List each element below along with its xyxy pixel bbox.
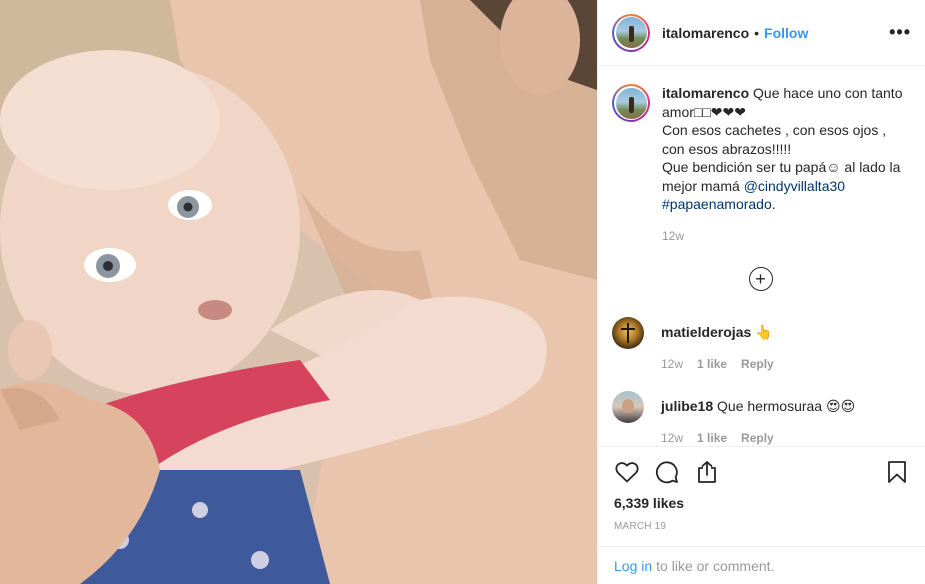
bookmark-icon[interactable] <box>884 459 910 485</box>
more-options-icon[interactable]: ••• <box>889 22 911 43</box>
caption-avatar-image <box>615 87 647 119</box>
caption-body: italomarenco Que hace uno con tanto amor… <box>662 84 909 245</box>
photo-illustration <box>0 0 597 584</box>
comments-section: italomarenco Que hace uno con tanto amor… <box>598 66 925 446</box>
action-bar: 6,339 likes MARCH 19 <box>598 446 925 538</box>
login-suffix: to like or comment. <box>656 557 775 574</box>
commenter-avatar[interactable] <box>612 391 644 423</box>
author-avatar-image <box>615 17 647 48</box>
reply-button[interactable]: Reply <box>741 355 774 373</box>
comment-meta: 12w 1 like Reply <box>661 355 774 373</box>
comment-time[interactable]: 12w <box>661 355 683 373</box>
caption-username[interactable]: italomarenco <box>662 85 749 101</box>
caption-time[interactable]: 12w <box>662 227 909 246</box>
post-sidebar: italomarenco • Follow ••• italomarenco Q… <box>597 0 925 584</box>
login-prompt: Log in to like or comment. <box>598 546 925 584</box>
instagram-post: italomarenco • Follow ••• italomarenco Q… <box>0 0 925 584</box>
commenter-username[interactable]: julibe18 <box>661 398 713 414</box>
hashtag-link[interactable]: #papaenamorado <box>662 196 772 212</box>
caption-line-2: Con esos cachetes , con esos ojos , con … <box>662 122 887 157</box>
share-icon[interactable] <box>694 459 720 485</box>
author-username[interactable]: italomarenco <box>662 25 749 41</box>
heart-icon[interactable] <box>614 459 640 485</box>
separator-dot: • <box>754 24 760 41</box>
commenter-avatar[interactable] <box>612 317 644 349</box>
comment-likes[interactable]: 1 like <box>697 355 727 373</box>
hashtag-suffix: . <box>771 196 776 212</box>
comment-icon[interactable] <box>654 459 680 485</box>
likes-count[interactable]: 6,339 likes <box>614 495 910 511</box>
load-more-button[interactable]: + <box>748 267 773 291</box>
comment-meta: 12w 1 like Reply <box>661 429 855 446</box>
comment-item: matielderojas 👆 12w 1 like Reply <box>612 317 909 373</box>
caption-avatar[interactable] <box>612 84 650 122</box>
login-link[interactable]: Log in <box>614 558 652 574</box>
post-header: italomarenco • Follow ••• <box>598 0 925 66</box>
author-avatar[interactable] <box>612 13 650 52</box>
caption: italomarenco Que hace uno con tanto amor… <box>612 84 909 245</box>
commenter-username[interactable]: matielderojas <box>661 324 751 340</box>
comment-likes[interactable]: 1 like <box>697 429 727 446</box>
load-more-comments: + <box>612 267 909 291</box>
follow-button[interactable]: Follow <box>764 25 808 41</box>
comment-text: Que hermosuraa 😍😍 <box>717 398 856 414</box>
comment-time[interactable]: 12w <box>661 429 683 446</box>
post-date[interactable]: MARCH 19 <box>614 521 910 532</box>
reply-button[interactable]: Reply <box>741 429 774 446</box>
post-photo[interactable] <box>0 0 597 584</box>
comment-item: julibe18 Que hermosuraa 😍😍 12w 1 like Re… <box>612 391 909 446</box>
mention-link[interactable]: @cindyvillalta30 <box>744 178 845 194</box>
comment-text: 👆 <box>755 324 773 340</box>
